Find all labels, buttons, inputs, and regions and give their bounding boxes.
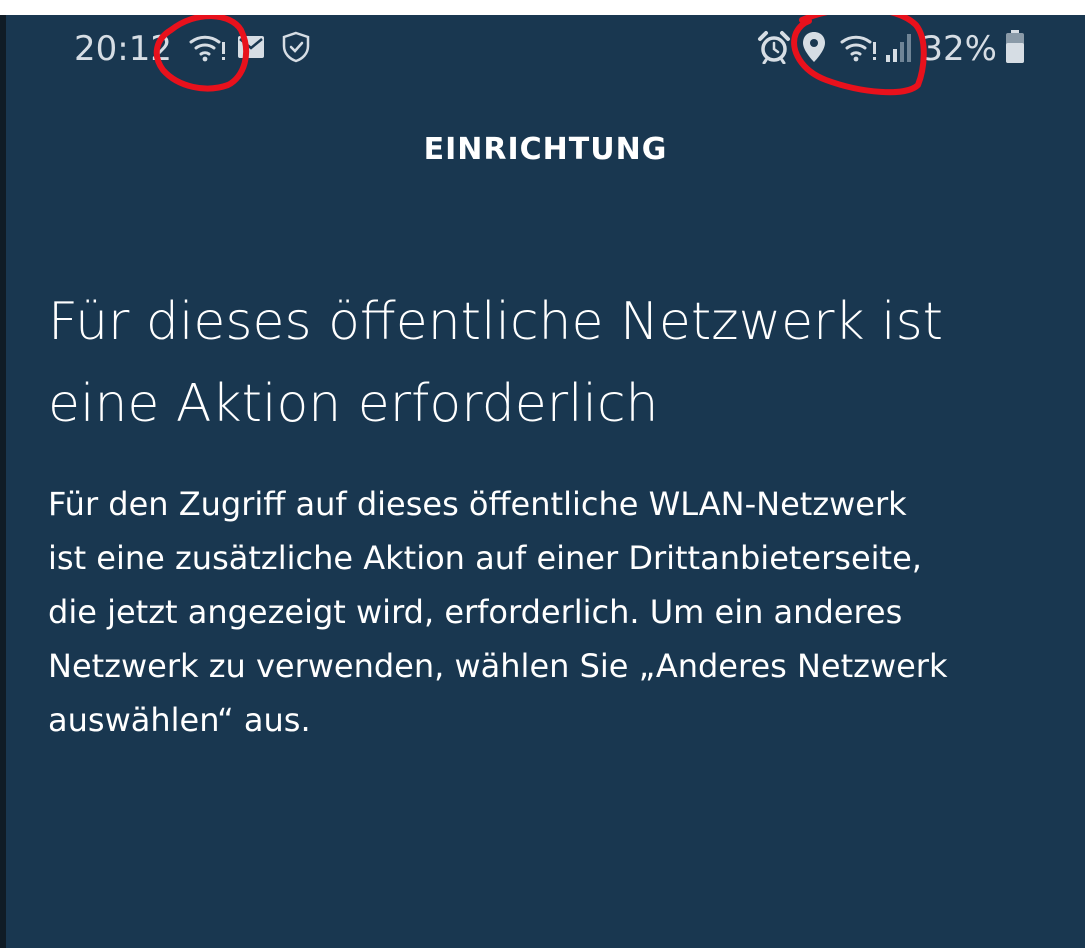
cell-signal-icon xyxy=(885,31,915,67)
screenshot-top-edge xyxy=(0,0,1085,15)
wifi-alert-icon xyxy=(188,30,228,68)
status-bar: 20:12 32% xyxy=(6,15,1085,85)
shield-icon xyxy=(282,31,310,67)
status-left: 20:12 xyxy=(74,27,310,71)
page-title: EINRICHTUNG xyxy=(423,132,668,167)
mail-icon xyxy=(237,36,264,62)
headline: Für dieses öffentliche Netzwerk ist eine… xyxy=(48,292,944,434)
description-text: Für den Zugriff auf dieses öffentliche W… xyxy=(48,485,948,739)
wifi-alert-icon xyxy=(839,30,879,68)
status-right: 32% xyxy=(757,27,1025,71)
app-screen: 20:12 32% EINRICHTUNG Für dieses öffentl… xyxy=(6,15,1085,948)
battery-icon xyxy=(1005,30,1025,68)
battery-percent: 32% xyxy=(921,29,997,69)
location-icon xyxy=(801,31,827,67)
status-time: 20:12 xyxy=(74,29,172,69)
alarm-icon xyxy=(757,30,791,68)
